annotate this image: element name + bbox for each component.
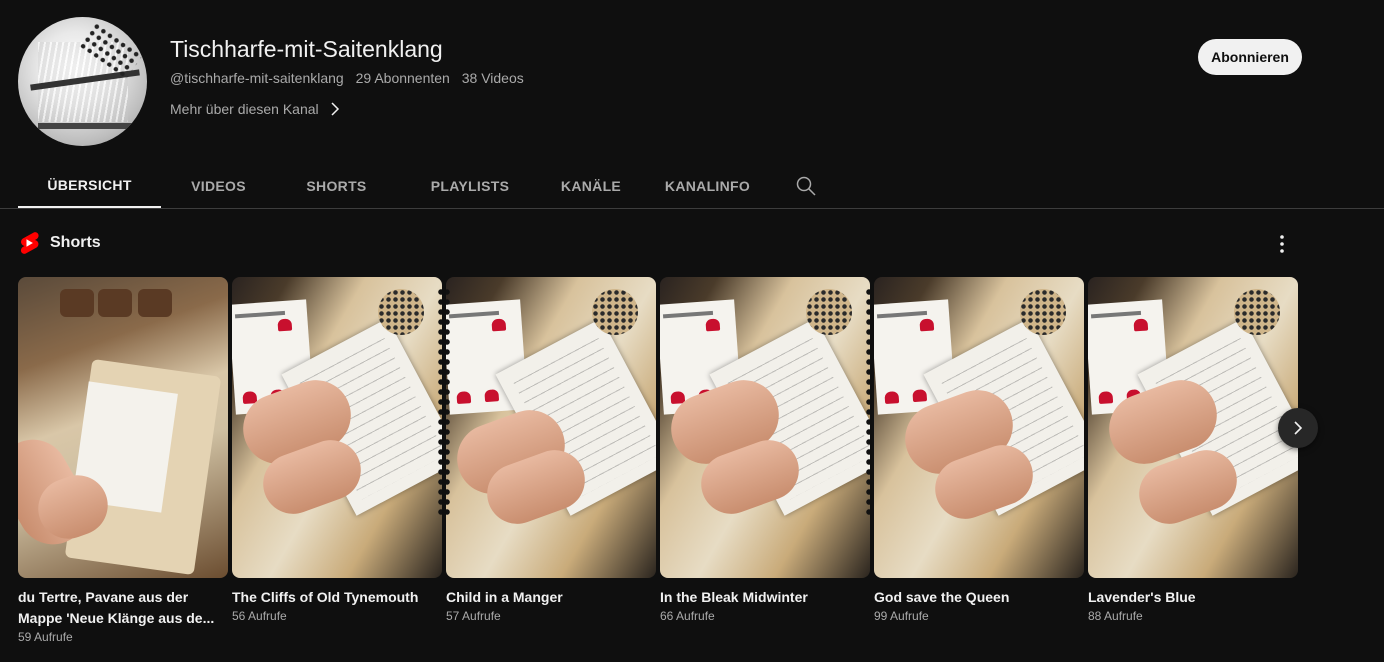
shorts-logo-icon: [20, 232, 39, 254]
more-vert-icon[interactable]: [1270, 232, 1294, 256]
search-icon: [796, 176, 816, 196]
short-title[interactable]: The Cliffs of Old Tynemouth: [232, 587, 432, 608]
channel-meta: @tischharfe-mit-saitenklang 29 Abonnente…: [170, 70, 532, 86]
channel-avatar[interactable]: [18, 17, 147, 146]
short-views: 99 Aufrufe: [874, 609, 929, 623]
short-title[interactable]: Lavender's Blue: [1088, 587, 1288, 608]
short-thumbnail[interactable]: [446, 277, 656, 578]
channel-handle: @tischharfe-mit-saitenklang: [170, 70, 344, 86]
tab-shorts[interactable]: SHORTS: [276, 163, 397, 209]
short-thumbnail[interactable]: [18, 277, 228, 578]
tab-videos[interactable]: VIDEOS: [161, 163, 276, 209]
short-thumbnail[interactable]: [874, 277, 1084, 578]
short-thumbnail[interactable]: [232, 277, 442, 578]
short-title[interactable]: du Tertre, Pavane aus der Mappe 'Neue Kl…: [18, 587, 218, 629]
channel-tabs: ÜBERSICHT VIDEOS SHORTS PLAYLISTS KANÄLE…: [18, 163, 836, 209]
short-card[interactable]: Child in a Manger 57 Aufrufe: [446, 277, 656, 623]
subscribe-button[interactable]: Abonnieren: [1198, 39, 1302, 75]
shelf-next-button[interactable]: [1278, 408, 1318, 448]
chevron-right-icon: [331, 102, 339, 116]
tab-about[interactable]: KANALINFO: [639, 163, 776, 209]
shorts-section-title: Shorts: [50, 234, 101, 251]
short-views: 56 Aufrufe: [232, 609, 287, 623]
tab-channels[interactable]: KANÄLE: [543, 163, 639, 209]
short-card[interactable]: In the Bleak Midwinter 66 Aufrufe: [660, 277, 870, 623]
tab-overview[interactable]: ÜBERSICHT: [18, 163, 161, 209]
short-views: 66 Aufrufe: [660, 609, 715, 623]
tabs-divider: [0, 208, 1384, 209]
more-about-channel-label: Mehr über diesen Kanal: [170, 101, 319, 117]
shorts-shelf: du Tertre, Pavane aus der Mappe 'Neue Kl…: [18, 277, 1298, 657]
short-views: 57 Aufrufe: [446, 609, 501, 623]
short-title[interactable]: Child in a Manger: [446, 587, 646, 608]
channel-title: Tischharfe-mit-Saitenklang: [170, 36, 443, 62]
tab-search[interactable]: [776, 163, 836, 209]
chevron-right-icon: [1294, 421, 1303, 435]
tab-playlists[interactable]: PLAYLISTS: [397, 163, 543, 209]
short-thumbnail[interactable]: [660, 277, 870, 578]
short-card[interactable]: du Tertre, Pavane aus der Mappe 'Neue Kl…: [18, 277, 228, 644]
short-thumbnail[interactable]: [1088, 277, 1298, 578]
short-card[interactable]: Lavender's Blue 88 Aufrufe: [1088, 277, 1298, 623]
video-count: 38 Videos: [461, 70, 524, 86]
short-title[interactable]: God save the Queen: [874, 587, 1074, 608]
more-about-channel-link[interactable]: Mehr über diesen Kanal: [170, 101, 341, 117]
short-card[interactable]: The Cliffs of Old Tynemouth 56 Aufrufe: [232, 277, 442, 623]
shorts-section-header: Shorts: [18, 231, 101, 255]
short-title[interactable]: In the Bleak Midwinter: [660, 587, 860, 608]
subscriber-count: 29 Abonnenten: [355, 70, 450, 86]
short-card[interactable]: God save the Queen 99 Aufrufe: [874, 277, 1084, 623]
short-views: 59 Aufrufe: [18, 630, 73, 644]
short-views: 88 Aufrufe: [1088, 609, 1143, 623]
